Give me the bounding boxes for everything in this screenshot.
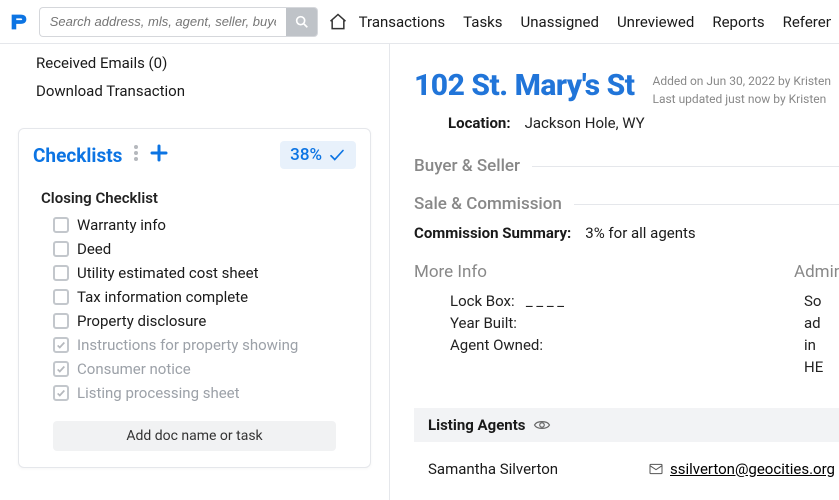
checklists-title: Checklists xyxy=(33,144,122,167)
email-icon xyxy=(648,461,664,477)
admin-line: HE xyxy=(794,356,839,378)
admin-info-col: Admin Info So ad in HE xyxy=(794,262,839,378)
agent-owned-row: Agent Owned: xyxy=(414,334,754,356)
nav-references[interactable]: References xyxy=(783,13,831,31)
search-bar xyxy=(39,7,318,37)
checklist-progress-badge[interactable]: 38% xyxy=(280,141,356,169)
checklist-item-label[interactable]: Instructions for property showing xyxy=(77,336,298,354)
search-input[interactable] xyxy=(39,7,286,37)
plus-icon xyxy=(150,144,168,162)
home-icon xyxy=(328,12,348,32)
title-row: 102 St. Mary's St Added on Jun 30, 2022 … xyxy=(414,68,839,108)
checkbox[interactable] xyxy=(53,217,69,233)
checklist-item-label[interactable]: Property disclosure xyxy=(77,312,206,330)
admin-info-title: Admin Info xyxy=(794,262,839,282)
commission-label: Commission Summary: xyxy=(414,224,571,242)
agent-email: ssilverton@geocities.org xyxy=(648,460,835,478)
agent-row: Samantha Silverton ssilverton@geocities.… xyxy=(414,442,839,478)
checkbox[interactable] xyxy=(53,361,69,377)
checklist-item-label[interactable]: Tax information complete xyxy=(77,288,248,306)
admin-line: ad xyxy=(794,312,839,334)
left-panel: Received Emails (0) Download Transaction… xyxy=(0,44,390,500)
checklist-item: Utility estimated cost sheet xyxy=(53,261,356,285)
sale-commission-section: Sale & Commission Commission Summary: 3%… xyxy=(414,194,839,242)
checklist-group-toggle[interactable]: Closing Checklist xyxy=(19,179,370,213)
checklist-item-label[interactable]: Listing processing sheet xyxy=(77,384,240,402)
checklist-item: Listing processing sheet xyxy=(53,381,356,405)
commission-row: Commission Summary: 3% for all agents xyxy=(414,214,839,242)
listing-agents-title: Listing Agents xyxy=(428,416,525,434)
sale-commission-title: Sale & Commission xyxy=(414,194,839,214)
detail-panel: 102 St. Mary's St Added on Jun 30, 2022 … xyxy=(390,44,839,500)
main-nav: Transactions Tasks Unassigned Unreviewed… xyxy=(359,13,831,31)
listing-agents-header: Listing Agents xyxy=(414,408,839,442)
agent-owned-label: Agent Owned: xyxy=(450,336,543,354)
checklist-item-label[interactable]: Consumer notice xyxy=(77,360,191,378)
lock-box-value: _ _ _ _ xyxy=(526,292,564,310)
checklist-item: Property disclosure xyxy=(53,309,356,333)
location-value: Jackson Hole, WY xyxy=(525,114,645,132)
home-button[interactable] xyxy=(326,9,351,35)
search-icon xyxy=(294,14,310,30)
buyer-seller-title: Buyer & Seller xyxy=(414,156,839,176)
more-vertical-icon xyxy=(134,145,138,161)
nav-tasks[interactable]: Tasks xyxy=(463,13,502,31)
checklist-item-label[interactable]: Utility estimated cost sheet xyxy=(77,264,259,282)
lock-box-label: Lock Box: xyxy=(450,292,515,310)
lock-box-row: Lock Box: _ _ _ _ xyxy=(414,290,754,312)
location-label: Location: xyxy=(448,114,511,132)
checklist-item: Instructions for property showing xyxy=(53,333,356,357)
agent-name: Samantha Silverton xyxy=(428,460,628,478)
buyer-seller-section: Buyer & Seller xyxy=(414,156,839,176)
checklist-item: Warranty info xyxy=(53,213,356,237)
nav-unassigned[interactable]: Unassigned xyxy=(521,13,599,31)
checkbox[interactable] xyxy=(53,337,69,353)
commission-value: 3% for all agents xyxy=(585,224,695,242)
checklist-percent: 38% xyxy=(290,145,322,165)
checklist-group-title: Closing Checklist xyxy=(41,189,158,207)
nav-reports[interactable]: Reports xyxy=(712,13,764,31)
main-layout: Received Emails (0) Download Transaction… xyxy=(0,44,839,500)
info-columns: More Info Lock Box: _ _ _ _ Year Built: … xyxy=(414,262,839,378)
left-links: Received Emails (0) Download Transaction xyxy=(0,44,389,118)
more-info-col: More Info Lock Box: _ _ _ _ Year Built: … xyxy=(414,262,754,378)
more-info-title: More Info xyxy=(414,262,754,282)
checkmark-icon xyxy=(328,146,346,164)
checkbox[interactable] xyxy=(53,265,69,281)
checkbox[interactable] xyxy=(53,313,69,329)
checklists-header: Checklists 38% xyxy=(19,129,370,179)
property-meta: Added on Jun 30, 2022 by Kristen Last up… xyxy=(652,68,831,108)
add-task-button[interactable]: Add doc name or task xyxy=(53,421,336,451)
last-updated-text: Last updated just now by Kristen xyxy=(652,90,831,108)
checklist-item-label[interactable]: Deed xyxy=(77,240,111,258)
eye-icon[interactable] xyxy=(533,416,551,434)
received-emails-link[interactable]: Received Emails (0) xyxy=(36,54,353,72)
search-button[interactable] xyxy=(286,7,318,37)
nav-transactions[interactable]: Transactions xyxy=(359,13,446,31)
property-title: 102 St. Mary's St xyxy=(414,68,634,103)
add-checklist-button[interactable] xyxy=(150,144,168,167)
checklists-card: Checklists 38% Closing Checklist xyxy=(18,128,371,468)
admin-line: So xyxy=(794,290,839,312)
added-on-text: Added on Jun 30, 2022 by Kristen xyxy=(652,72,831,90)
checklists-menu-button[interactable] xyxy=(132,145,140,165)
checklist-item-label[interactable]: Warranty info xyxy=(77,216,166,234)
checklist-item: Deed xyxy=(53,237,356,261)
year-built-row: Year Built: xyxy=(414,312,754,334)
app-header: Transactions Tasks Unassigned Unreviewed… xyxy=(0,0,839,44)
checkbox[interactable] xyxy=(53,385,69,401)
location-row: Location: Jackson Hole, WY xyxy=(414,108,839,138)
nav-unreviewed[interactable]: Unreviewed xyxy=(617,13,694,31)
checkbox[interactable] xyxy=(53,241,69,257)
download-transaction-link[interactable]: Download Transaction xyxy=(36,82,353,100)
checklist-item: Consumer notice xyxy=(53,357,356,381)
agent-email-link[interactable]: ssilverton@geocities.org xyxy=(670,460,835,478)
checklist-item: Tax information complete xyxy=(53,285,356,309)
year-built-label: Year Built: xyxy=(450,314,517,332)
checkbox[interactable] xyxy=(53,289,69,305)
app-logo[interactable] xyxy=(8,10,31,34)
admin-line: in xyxy=(794,334,839,356)
checklist-items: Warranty info Deed Utility estimated cos… xyxy=(19,213,370,411)
